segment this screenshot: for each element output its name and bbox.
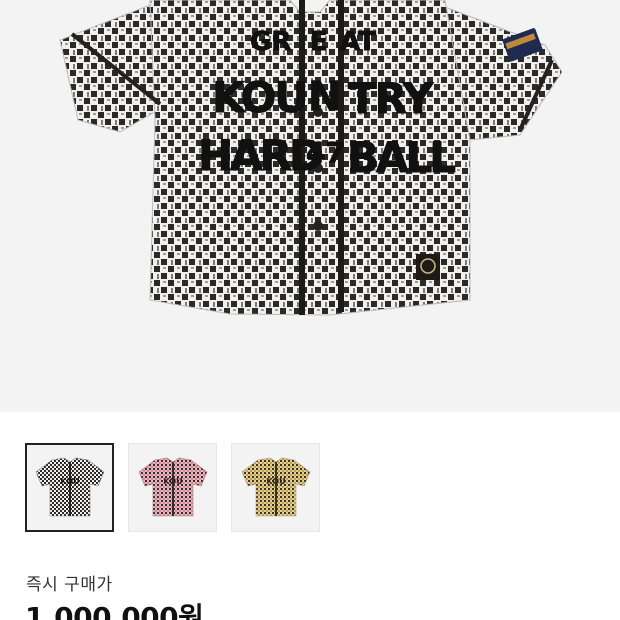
svg-text:KOU: KOU <box>266 477 285 486</box>
lettering-number: 47 <box>306 136 345 169</box>
svg-text:KOU: KOU <box>163 477 182 486</box>
instant-buy-price: 1,000,000원 <box>25 601 204 620</box>
svg-text:KOU: KOU <box>60 477 79 486</box>
lettering-kountry-3: TRY <box>348 74 434 123</box>
lettering-kountry-2: N <box>308 74 341 120</box>
lettering-great-1: GR <box>250 27 291 57</box>
thumbnail-pink[interactable]: KOU <box>128 443 217 532</box>
instant-buy-price-label: 즉시 구매가 <box>26 575 113 595</box>
color-variant-thumbnails: KOU KOU KOU <box>25 443 320 533</box>
lettering-ball: BALL <box>347 133 455 182</box>
lettering-great-2: E <box>310 27 328 57</box>
mini-jersey-icon: KOU <box>35 457 104 516</box>
lettering-hard: HARD <box>198 131 322 180</box>
lettering-great-3: AT <box>340 27 376 57</box>
product-main-image[interactable]: GR E AT KOU N TRY HARD 47 BALL <box>0 0 620 412</box>
thumbnail-black-white[interactable]: KOU <box>25 443 114 532</box>
lettering-kountry-1: KOU <box>212 73 306 122</box>
jersey-illustration: GR E AT KOU N TRY HARD 47 BALL <box>59 0 563 316</box>
mini-jersey-icon: KOU <box>241 457 310 516</box>
thumbnail-yellow[interactable]: KOU <box>231 443 320 532</box>
mini-jersey-icon: KOU <box>138 457 207 516</box>
